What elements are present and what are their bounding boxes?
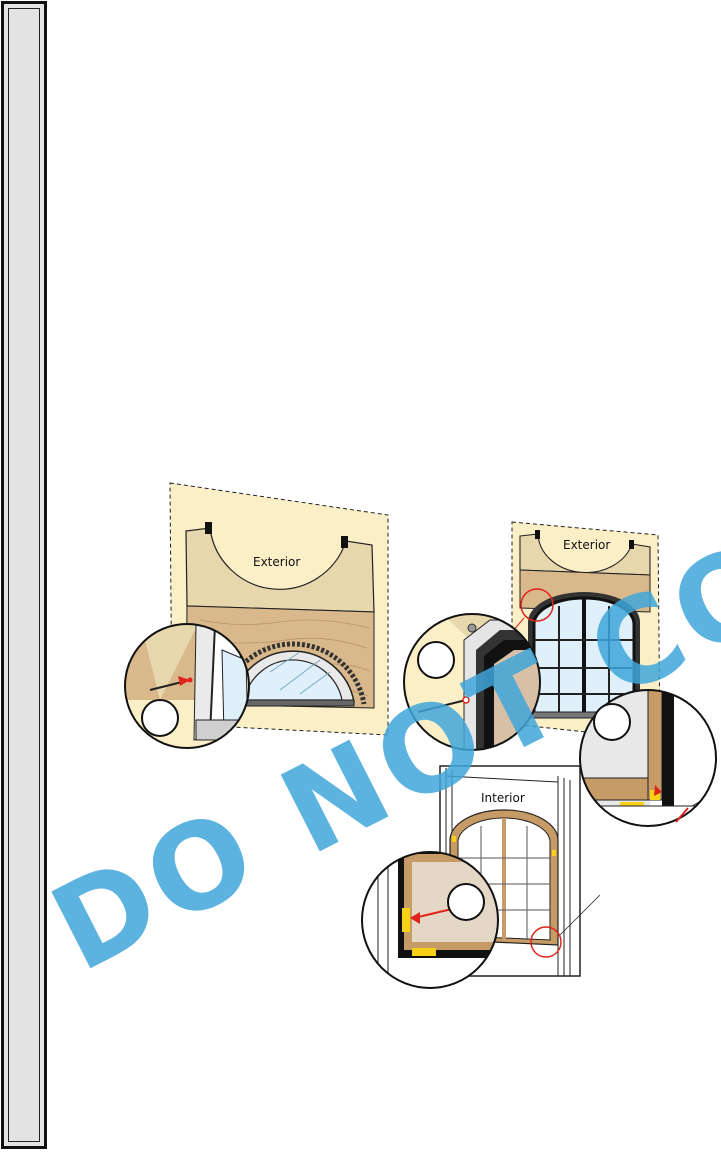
strap-left: [205, 522, 212, 534]
step-badge-c: [447, 883, 485, 921]
exterior-label: Exterior: [253, 555, 300, 569]
sill: [231, 699, 355, 707]
installation-illustration: Exterior Exterior Interior DO NOT COPY: [31, 428, 721, 998]
step-badge-a: [141, 699, 179, 737]
exterior-label: Exterior: [563, 538, 610, 552]
strap-right: [341, 536, 348, 548]
